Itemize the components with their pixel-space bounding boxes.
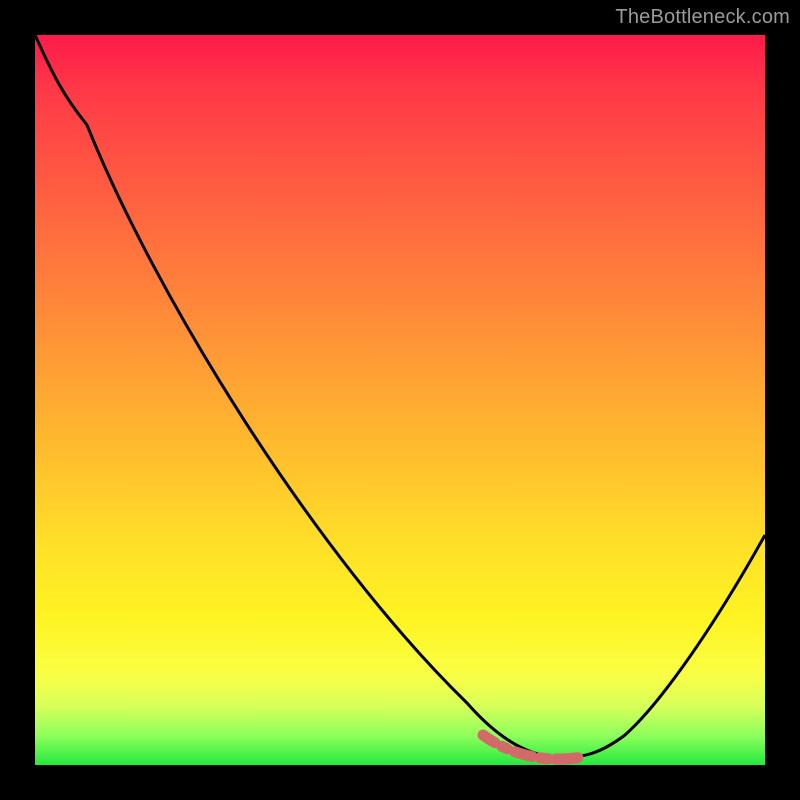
chart-stage: TheBottleneck.com [0, 0, 800, 800]
gradient-plot-area [35, 35, 765, 765]
bottleneck-curve [35, 35, 765, 757]
curve-overlay [35, 35, 765, 765]
optimal-band-marker [483, 735, 615, 759]
attribution-label: TheBottleneck.com [615, 6, 790, 29]
